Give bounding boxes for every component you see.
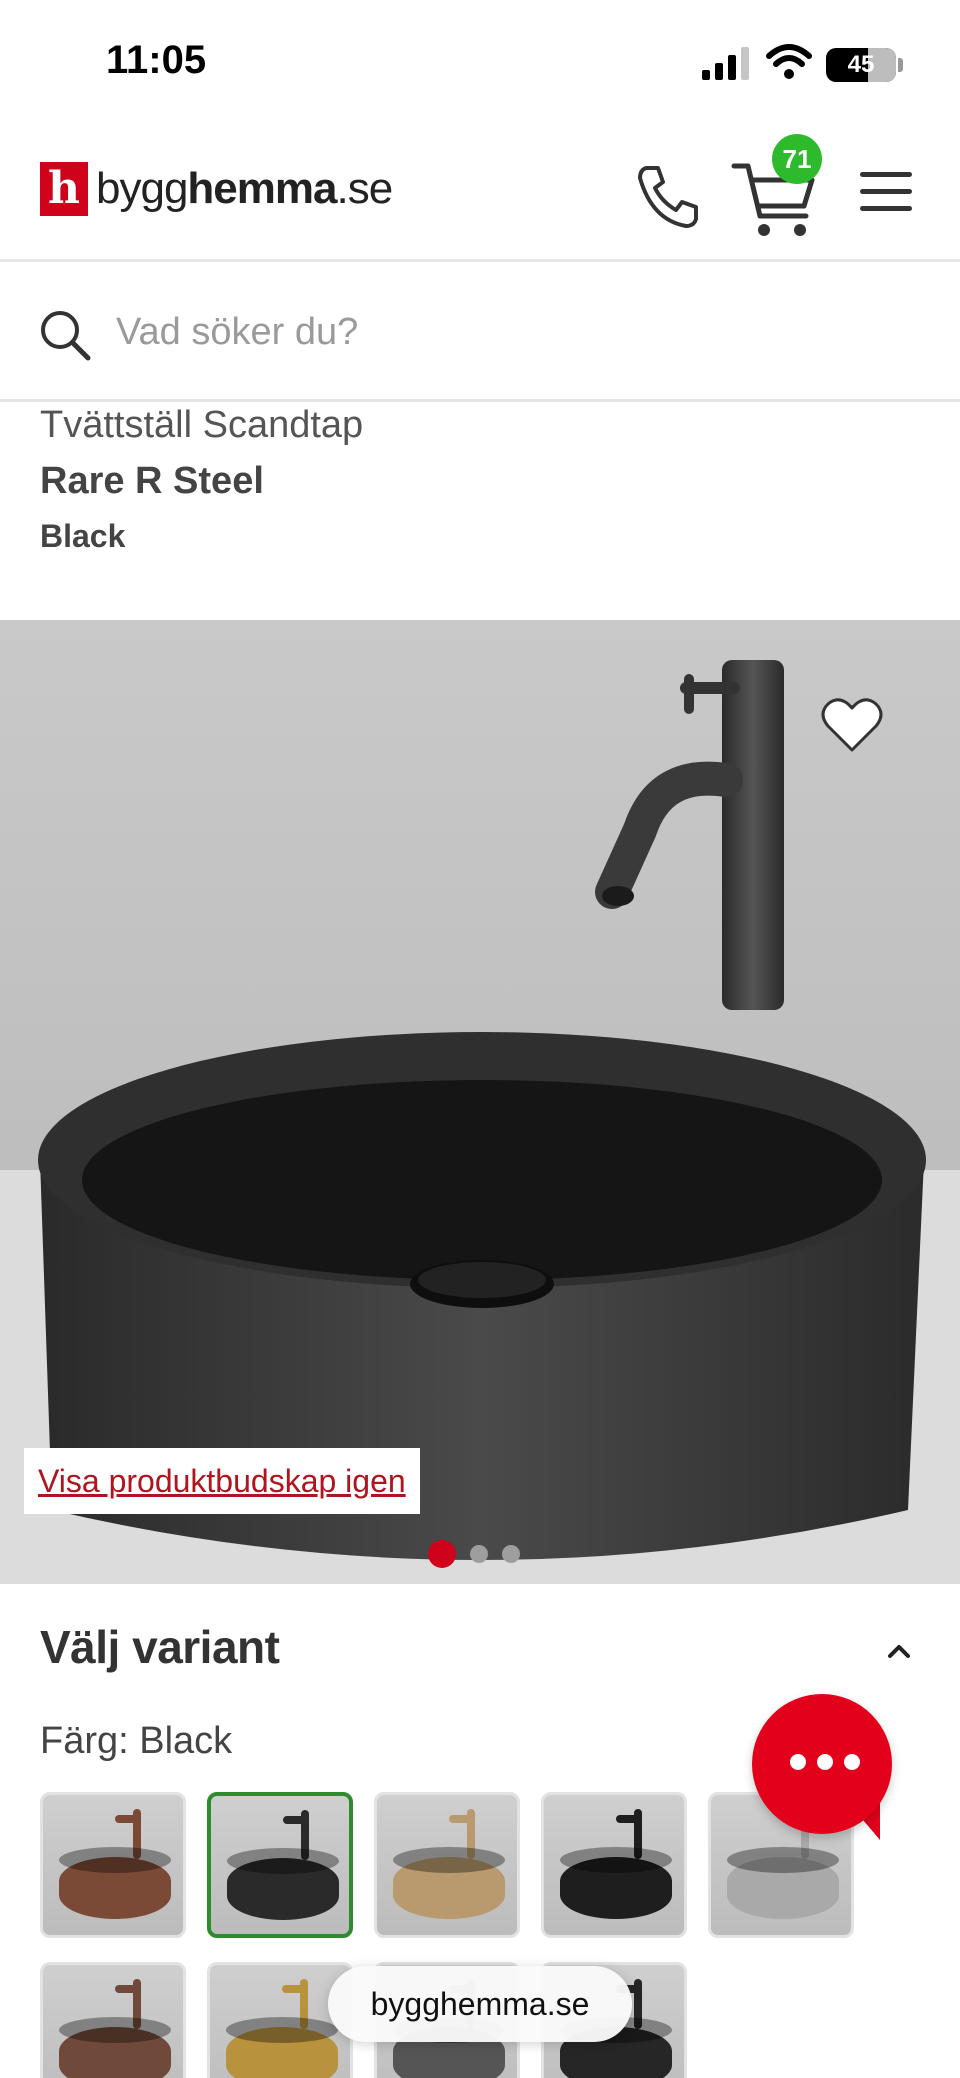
more-dots-icon <box>790 1754 860 1770</box>
product-category-brand: Tvättställ Scandtap <box>40 404 364 446</box>
swatch-bowl-rim <box>59 1847 171 1873</box>
swatch-spout <box>282 1985 304 1993</box>
wifi-icon <box>766 44 812 79</box>
chevron-up-icon[interactable] <box>884 1636 914 1666</box>
menu-icon[interactable] <box>858 164 914 220</box>
sink-illustration <box>38 660 926 1560</box>
color-swatch[interactable] <box>40 1962 186 2078</box>
carousel-dot[interactable] <box>470 1545 488 1563</box>
search-icon[interactable] <box>38 308 94 364</box>
product-image[interactable]: Visa produktbudskap igen <box>0 620 960 1584</box>
phone-icon[interactable] <box>632 160 704 232</box>
logo-wordmark: bygghemma.se <box>96 164 393 213</box>
show-product-message-link[interactable]: Visa produktbudskap igen <box>24 1448 420 1514</box>
color-swatch[interactable] <box>374 1792 520 1938</box>
swatch-spout <box>283 1816 305 1824</box>
color-swatch[interactable] <box>40 1792 186 1938</box>
swatch-spout <box>115 1985 137 1993</box>
carousel-dot-active[interactable] <box>428 1540 456 1568</box>
swatch-bowl-rim <box>560 1847 672 1873</box>
logo-mark: h <box>40 162 88 216</box>
search-bar <box>0 262 960 402</box>
favorite-heart-icon[interactable] <box>820 696 884 754</box>
status-time: 11:05 <box>106 38 207 82</box>
status-bar: 11:05 45 <box>0 0 960 120</box>
battery-level: 45 <box>847 51 875 78</box>
browser-url-pill[interactable]: bygghemma.se <box>328 1966 632 2042</box>
site-logo[interactable]: h bygghemma.se <box>40 162 393 216</box>
color-swatch[interactable] <box>541 1792 687 1938</box>
carousel-indicator <box>428 1540 520 1568</box>
variant-section-title: Välj variant <box>40 1621 280 1673</box>
swatch-bowl-rim <box>727 1847 839 1873</box>
swatch-spout <box>616 1815 638 1823</box>
chat-button[interactable] <box>752 1694 892 1834</box>
product-variant: Black <box>40 518 126 554</box>
swatch-bowl-rim <box>393 1847 505 1873</box>
swatch-spout <box>115 1815 137 1823</box>
swatch-bowl-rim <box>227 1848 339 1874</box>
cellular-signal-icon <box>702 47 749 80</box>
swatch-spout <box>449 1815 471 1823</box>
search-input[interactable] <box>116 302 896 362</box>
carousel-dot[interactable] <box>502 1545 520 1563</box>
battery-tip <box>898 58 903 72</box>
battery-indicator: 45 <box>826 48 896 82</box>
product-name: Rare R Steel <box>40 460 264 502</box>
cart-count-badge: 71 <box>772 134 822 184</box>
swatch-bowl-rim <box>59 2017 171 2043</box>
color-label: Färg: Black <box>40 1720 233 1762</box>
swatch-bowl-rim <box>226 2017 338 2043</box>
color-swatch-selected[interactable] <box>207 1792 353 1938</box>
site-header: h bygghemma.se 71 <box>0 120 960 262</box>
